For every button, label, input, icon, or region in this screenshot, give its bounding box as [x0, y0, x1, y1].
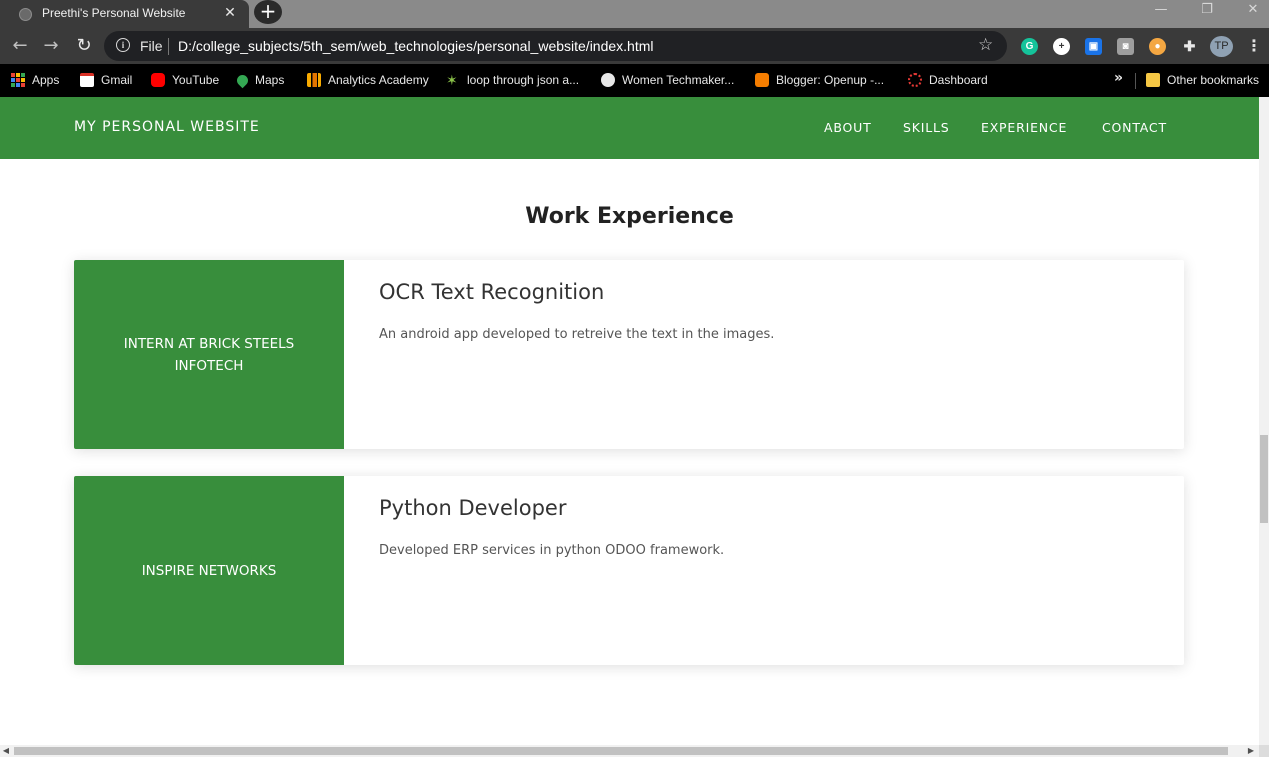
bookmarks-divider: [1135, 73, 1136, 89]
site-navbar: MY PERSONAL WEBSITE ABOUT SKILLS EXPERIE…: [0, 97, 1259, 159]
apps-grid-icon: [11, 73, 25, 87]
experience-company: INTERN AT BRICK STEELS INFOTECH: [123, 335, 295, 374]
bookmarks-bar: Apps Gmail YouTube Maps Analytics Academ…: [0, 64, 1269, 97]
blogger-icon: [755, 73, 769, 87]
bookmark-loop-json[interactable]: ✶ loop through json a...: [446, 71, 579, 89]
experience-role: OCR Text Recognition: [379, 280, 605, 304]
bookmark-maps[interactable]: Maps: [234, 71, 285, 89]
tab-title: Preethi's Personal Website: [42, 6, 186, 20]
grammarly-icon[interactable]: G: [1021, 38, 1038, 55]
globe-favicon-icon: [19, 8, 32, 21]
globe-icon: [601, 73, 615, 87]
nav-link-experience[interactable]: EXPERIENCE: [981, 120, 1067, 135]
analytics-icon: [307, 73, 321, 87]
scheme-label: File: [140, 38, 163, 54]
new-tab-button[interactable]: +: [254, 0, 282, 24]
bookmarks-overflow-icon[interactable]: »: [1114, 70, 1123, 86]
forward-icon[interactable]: →: [40, 35, 62, 57]
bookmark-label: Blogger: Openup -...: [776, 73, 885, 87]
bookmark-youtube[interactable]: YouTube: [151, 71, 219, 89]
bookmark-gmail[interactable]: Gmail: [80, 71, 132, 89]
bookmark-label: Apps: [32, 73, 60, 87]
loop-icon: ✶: [446, 72, 458, 88]
profile-avatar[interactable]: TP: [1210, 36, 1233, 57]
bookmark-label: loop through json a...: [467, 73, 580, 87]
back-icon[interactable]: ←: [9, 35, 31, 57]
experience-role: Python Developer: [379, 496, 567, 520]
experience-description: Developed ERP services in python ODOO fr…: [379, 543, 725, 558]
other-bookmarks-label: Other bookmarks: [1167, 73, 1260, 87]
web-page: MY PERSONAL WEBSITE ABOUT SKILLS EXPERIE…: [0, 97, 1259, 745]
nav-link-contact[interactable]: CONTACT: [1102, 120, 1167, 135]
horizontal-scroll-thumb[interactable]: [14, 747, 1228, 755]
bookmark-label: Women Techmaker...: [622, 73, 735, 87]
experience-company-panel: INSPIRE NETWORKS: [74, 476, 344, 665]
experience-description: An android app developed to retreive the…: [379, 327, 775, 342]
blue-extension-icon[interactable]: ▣: [1085, 38, 1102, 55]
maps-icon: [234, 72, 251, 88]
menu-icon[interactable]: ⋮: [1246, 36, 1262, 56]
folder-icon: [1146, 73, 1160, 87]
bookmark-women-techmakers[interactable]: Women Techmaker...: [601, 71, 734, 89]
nav-link-about[interactable]: ABOUT: [824, 120, 872, 135]
bookmark-label: Gmail: [101, 73, 133, 87]
experience-card: INSPIRE NETWORKS Python Developer Develo…: [74, 476, 1184, 665]
nav-link-skills[interactable]: SKILLS: [903, 120, 949, 135]
horizontal-scrollbar[interactable]: ◀ ▶: [0, 745, 1259, 757]
address-bar[interactable]: i File D:/college_subjects/5th_sem/web_t…: [104, 31, 1007, 61]
minimize-icon[interactable]: —: [1151, 2, 1171, 18]
scrollbar-corner: [1259, 745, 1269, 757]
url-text[interactable]: D:/college_subjects/5th_sem/web_technolo…: [178, 38, 654, 54]
bookmark-star-icon[interactable]: ☆: [978, 35, 993, 55]
scroll-left-arrow-icon[interactable]: ◀: [0, 745, 12, 757]
tab-close-icon[interactable]: ✕: [222, 4, 238, 22]
other-bookmarks[interactable]: Other bookmarks: [1146, 71, 1259, 89]
window-close-icon[interactable]: ✕: [1243, 2, 1263, 18]
site-info-icon[interactable]: i: [116, 38, 130, 52]
bookmark-dashboard[interactable]: Dashboard: [908, 71, 988, 89]
scroll-right-arrow-icon[interactable]: ▶: [1245, 745, 1257, 757]
bookmark-label: Analytics Academy: [328, 73, 429, 87]
bookmark-label: YouTube: [172, 73, 220, 87]
bookmark-apps[interactable]: Apps: [11, 71, 59, 89]
section-title: Work Experience: [525, 204, 734, 229]
dashboard-icon: [908, 73, 922, 87]
gmail-icon: [80, 73, 94, 87]
orange-extension-icon[interactable]: ●: [1149, 38, 1166, 55]
bookmark-blogger[interactable]: Blogger: Openup -...: [755, 71, 884, 89]
omnibox-divider: [168, 38, 169, 55]
bookmark-analytics-academy[interactable]: Analytics Academy: [307, 71, 429, 89]
bookmark-label: Maps: [255, 73, 285, 87]
experience-card: INTERN AT BRICK STEELS INFOTECH OCR Text…: [74, 260, 1184, 449]
browser-toolbar: ← → ↻ i File D:/college_subjects/5th_sem…: [0, 28, 1269, 64]
browser-tab[interactable]: Preethi's Personal Website ✕: [0, 0, 249, 28]
reload-icon[interactable]: ↻: [73, 35, 95, 57]
experience-company-panel: INTERN AT BRICK STEELS INFOTECH: [74, 260, 344, 449]
tab-strip: Preethi's Personal Website ✕ + — ❐ ✕: [0, 0, 1269, 28]
camera-icon[interactable]: ◙: [1117, 38, 1134, 55]
restore-icon[interactable]: ❐: [1197, 2, 1217, 18]
plus-extension-icon[interactable]: +: [1053, 38, 1070, 55]
experience-company: INSPIRE NETWORKS: [141, 562, 277, 579]
site-brand[interactable]: MY PERSONAL WEBSITE: [74, 119, 260, 135]
puzzle-icon[interactable]: ✚: [1181, 38, 1198, 55]
youtube-icon: [151, 73, 165, 87]
bookmark-label: Dashboard: [929, 73, 988, 87]
vertical-scroll-thumb[interactable]: [1260, 435, 1268, 523]
vertical-scrollbar[interactable]: [1259, 97, 1269, 745]
